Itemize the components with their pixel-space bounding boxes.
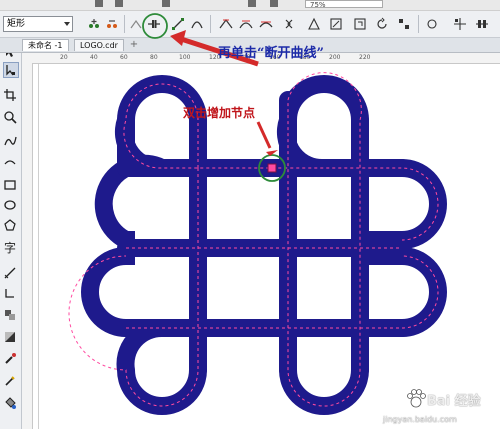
top-left-loop [114,75,207,178]
add-node-annotation: 双击增加节点 [183,106,256,120]
break-curve-highlight-circle [142,13,168,39]
annotation-arrow [256,121,272,149]
watermark: Bai 经验 jingyan.baidu.com [383,388,498,426]
watermark-url: jingyan.baidu.com [383,415,457,424]
right-top-loop [351,159,447,249]
right-bottom-loop [351,247,447,337]
top-right-loop [276,75,369,178]
baidu-paw-icon [407,389,426,408]
bottom-right-loop [279,319,369,415]
selected-node[interactable] [267,163,277,173]
knot-drawing[interactable] [0,0,500,429]
watermark-logo: Bai 经验 [427,394,481,409]
bottom-left-loop [116,318,207,415]
annotation-arrow-head [170,30,186,46]
break-curve-annotation: 再单击“断开曲线” [218,46,324,61]
